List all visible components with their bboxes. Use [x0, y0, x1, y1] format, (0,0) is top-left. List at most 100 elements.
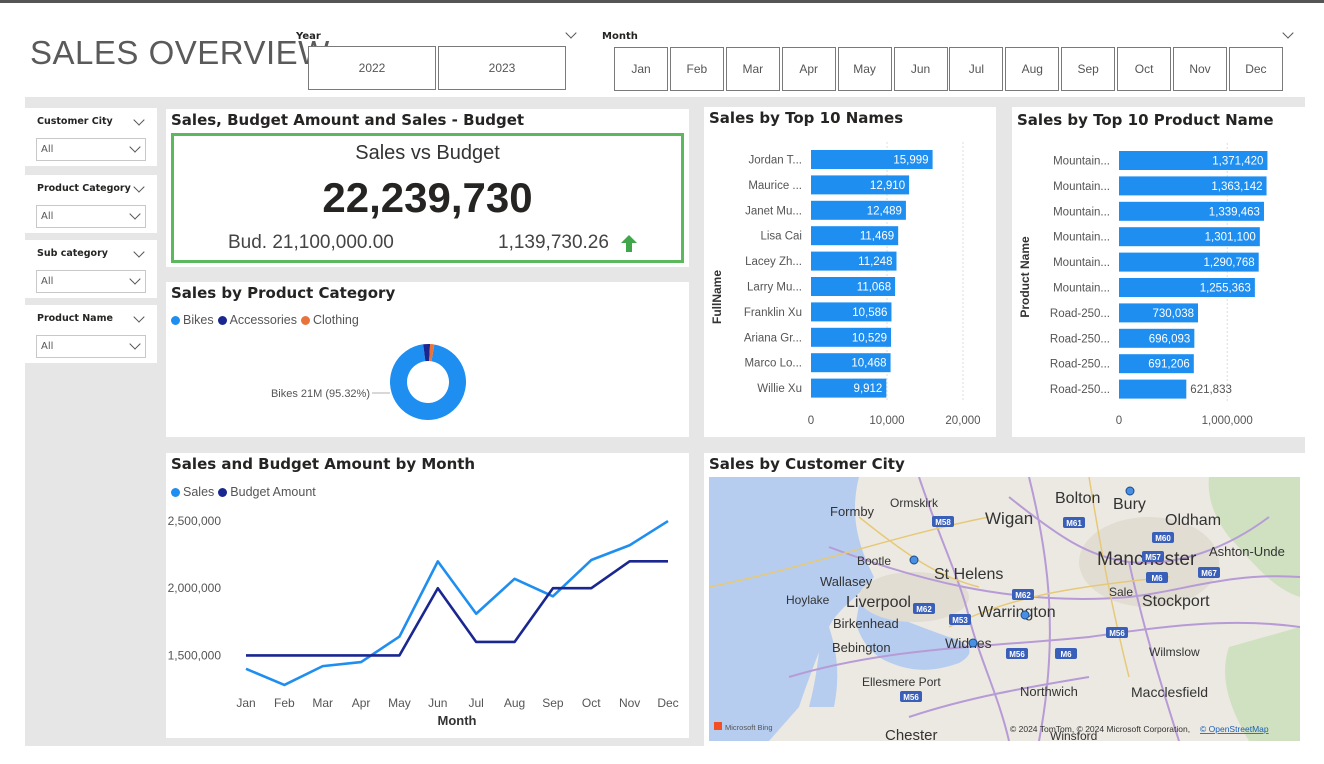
top-border: [0, 0, 1324, 3]
data-label: 10,468: [851, 358, 886, 370]
month-line-chart[interactable]: 1,500,000 2,000,000 2,500,000 Jan Feb Mar Apr M…: [166, 453, 689, 738]
page-title: SALES OVERVIEW: [30, 34, 330, 71]
filter-card: Customer City All: [25, 108, 157, 166]
month-option-mar[interactable]: Mar: [725, 47, 780, 91]
dropdown-chevron-icon[interactable]: [129, 141, 141, 153]
map-place-label: Bootle: [857, 554, 891, 568]
filter-label: Customer City: [37, 116, 113, 127]
road-shield-label: M58: [935, 518, 951, 527]
filter-dropdown[interactable]: All: [36, 270, 146, 293]
month-option-dec[interactable]: Dec: [1228, 47, 1283, 91]
category-label: Jordan T...: [749, 155, 803, 167]
month-option-apr[interactable]: Apr: [781, 47, 836, 91]
category-label: Lisa Cai: [760, 231, 802, 243]
data-label: 10,586: [852, 307, 887, 319]
products-bar-chart[interactable]: 0 1,000,000 Mountain... 1,371,420 Mountain..…: [1012, 107, 1305, 437]
x-tick-label: 0: [1116, 415, 1122, 427]
x-tick-label: Aug: [504, 696, 525, 710]
month-option-may[interactable]: May: [837, 47, 892, 91]
road-shield-label: M56: [903, 693, 919, 702]
month-option-oct[interactable]: Oct: [1117, 47, 1172, 91]
filter-label: Product Category: [37, 183, 131, 194]
month-option-sep[interactable]: Sep: [1061, 47, 1116, 91]
map-place-label: Liverpool: [846, 594, 911, 611]
filter-card: Product Name All: [25, 305, 157, 363]
data-label: 11,068: [857, 282, 891, 294]
products-panel: Sales by Top 10 Product Name 0 1,000,000 M…: [1012, 107, 1305, 437]
series-line-budget-amount: [246, 560, 668, 657]
x-tick-label: Nov: [619, 696, 640, 710]
names-bar-chart[interactable]: 0 10,000 20,000 Jordan T... 15,999 Maurice ..…: [704, 107, 996, 437]
dropdown-chevron-icon[interactable]: [129, 208, 141, 220]
road-shield-label: M61: [1066, 519, 1082, 528]
x-tick-label: Jul: [469, 696, 484, 710]
month-option-jul[interactable]: Jul: [949, 47, 1004, 91]
data-label: 12,489: [867, 205, 902, 217]
month-option-feb[interactable]: Feb: [669, 47, 724, 91]
names-panel: Sales by Top 10 Names 0 10,000 20,000 Jorda…: [704, 107, 996, 437]
year-slicer-chevron-icon[interactable]: [565, 27, 577, 39]
kpi-panel: Sales, Budget Amount and Sales - Budget …: [166, 109, 689, 267]
chevron-down-icon[interactable]: [133, 246, 145, 258]
x-tick-label: 20,000: [945, 415, 980, 427]
filter-label: Sub category: [37, 248, 108, 259]
city-map[interactable]: Ormskirk Formby Wigan Bolton Bury Oldham Bootl…: [709, 477, 1300, 741]
dropdown-chevron-icon[interactable]: [129, 273, 141, 285]
map-place-label: Ashton-Unde: [1209, 544, 1285, 559]
category-label: Mountain...: [1053, 283, 1110, 295]
road-shield-label: M53: [952, 616, 968, 625]
year-option-2022[interactable]: 2022: [308, 46, 436, 90]
month-option-jun[interactable]: Jun: [893, 47, 948, 91]
filter-dropdown[interactable]: All: [36, 205, 146, 228]
dropdown-chevron-icon[interactable]: [129, 338, 141, 350]
category-donut-chart[interactable]: Bikes 21M (95.32%): [166, 282, 689, 437]
category-label: Marco Lo...: [744, 358, 802, 370]
month-option-aug[interactable]: Aug: [1005, 47, 1060, 91]
series-line-sales: [245, 519, 669, 687]
map-panel: Sales by Customer City Ormskirk Formby Wig…: [704, 453, 1305, 746]
filter-dropdown[interactable]: All: [36, 335, 146, 358]
month-option-nov[interactable]: Nov: [1173, 47, 1227, 91]
data-label: 10,529: [852, 332, 887, 344]
filter-dropdown[interactable]: All: [36, 138, 146, 161]
data-label: 1,363,142: [1211, 181, 1262, 193]
road-shield-label: M56: [1009, 650, 1025, 659]
filter-value: All: [41, 276, 54, 287]
chevron-down-icon[interactable]: [133, 311, 145, 323]
year-option-2023[interactable]: 2023: [438, 46, 566, 90]
bing-attribution: Microsoft Bing: [725, 723, 773, 732]
y-axis-title: FullName: [710, 270, 724, 324]
map-place-label: Wilmslow: [1149, 645, 1200, 659]
x-tick-label: Feb: [274, 696, 295, 710]
year-slicer-label: Year: [296, 31, 321, 42]
category-label: Mountain...: [1053, 206, 1110, 218]
y-tick-label: 2,500,000: [168, 514, 222, 528]
road-shield-label: M60: [1155, 534, 1171, 543]
map-place-label: Ellesmere Port: [862, 675, 941, 689]
map-place-label: Ormskirk: [890, 496, 939, 510]
category-label: Mountain...: [1053, 181, 1110, 193]
category-label: Franklin Xu: [744, 307, 802, 319]
road-shield-label: M62: [1015, 591, 1031, 600]
road-shield-label: M67: [1201, 569, 1217, 578]
chevron-down-icon[interactable]: [133, 181, 145, 193]
bar: [1119, 379, 1187, 399]
x-tick-label: Dec: [657, 696, 678, 710]
x-tick-label: 10,000: [869, 415, 904, 427]
map-place-label: Hoylake: [786, 593, 830, 607]
x-tick-label: Apr: [352, 696, 371, 710]
kpi-budget: Bud. 21,100,000.00: [228, 232, 394, 253]
chevron-down-icon[interactable]: [133, 114, 145, 126]
month-option-jan[interactable]: Jan: [614, 47, 668, 91]
data-label: 1,301,100: [1205, 232, 1256, 244]
map-data-point: [968, 638, 978, 648]
filter-value: All: [41, 211, 54, 222]
data-label: 9,912: [854, 383, 883, 395]
slice-data-label: Bikes 21M (95.32%): [271, 388, 370, 400]
map-copyright: © 2024 TomTom, © 2024 Microsoft Corporat…: [1010, 724, 1190, 734]
map-data-point: [1020, 610, 1030, 620]
filter-label: Product Name: [37, 313, 113, 324]
month-slicer-chevron-icon[interactable]: [1282, 27, 1294, 39]
osm-link[interactable]: © OpenStreetMap: [1200, 724, 1269, 734]
y-tick-label: 2,000,000: [168, 581, 222, 595]
